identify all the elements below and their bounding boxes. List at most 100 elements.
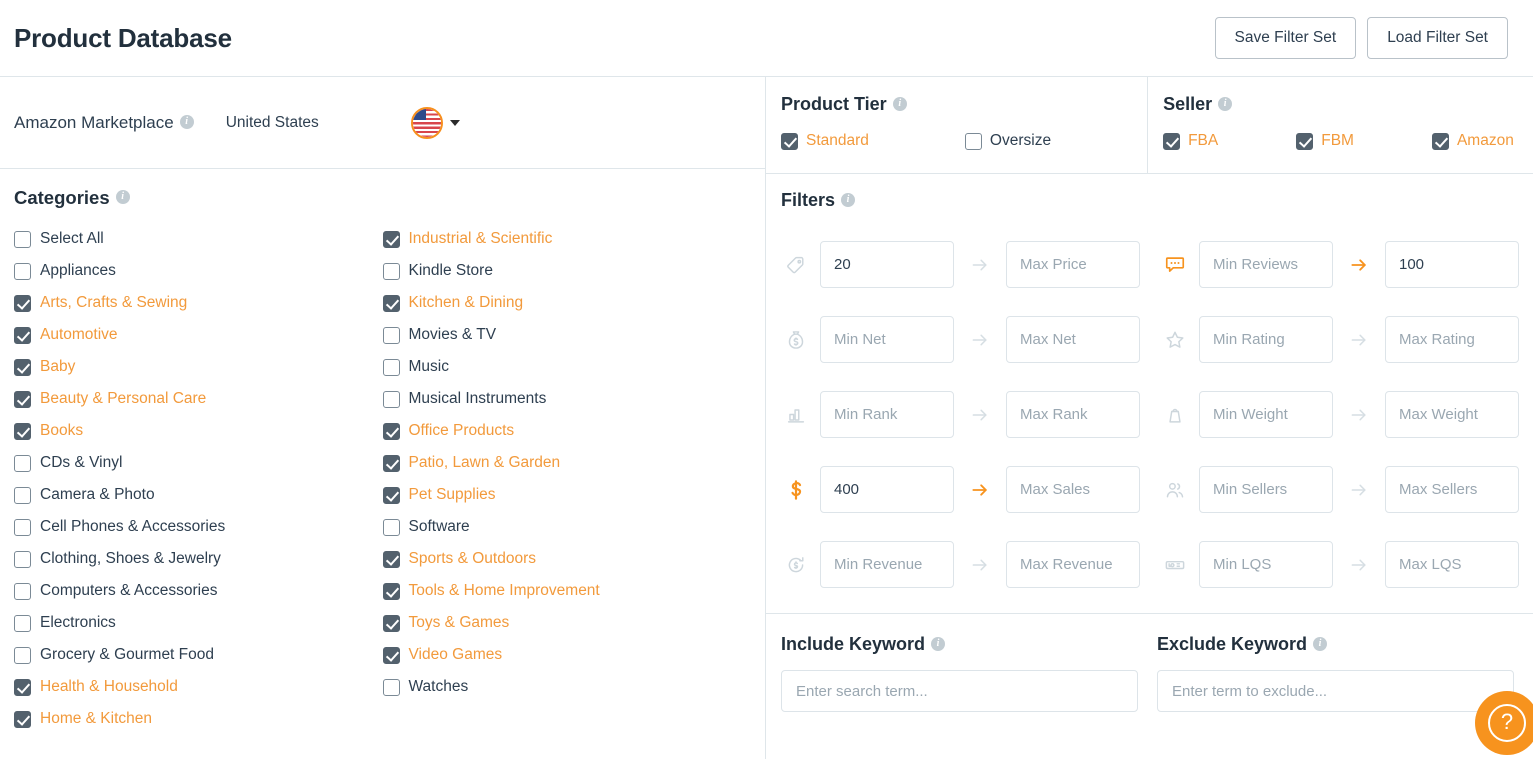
filter-min-input[interactable]: [1199, 466, 1333, 513]
info-icon[interactable]: i: [179, 114, 194, 129]
checkbox-icon[interactable]: [382, 518, 400, 536]
checkbox-icon[interactable]: [14, 230, 31, 248]
checkbox-icon[interactable]: [382, 678, 400, 696]
info-icon[interactable]: i: [1218, 96, 1233, 111]
category-item[interactable]: Video Games: [382, 639, 752, 671]
checkbox-icon[interactable]: [781, 132, 798, 150]
filter-max-input[interactable]: [1385, 316, 1519, 363]
category-item[interactable]: Industrial & Scientific: [382, 223, 752, 255]
checkbox-icon[interactable]: [14, 390, 31, 408]
category-item[interactable]: Cell Phones & Accessories: [14, 511, 383, 543]
load-filter-set-button[interactable]: Load Filter Set: [1367, 17, 1508, 59]
filter-max-input[interactable]: [1006, 241, 1140, 288]
checkbox-icon[interactable]: [14, 550, 31, 568]
checkbox-icon[interactable]: [382, 262, 400, 280]
exclude-keyword-input[interactable]: [1157, 670, 1514, 712]
filter-max-input[interactable]: [1385, 241, 1519, 288]
checkbox-icon[interactable]: [382, 454, 400, 472]
filter-max-input[interactable]: [1385, 391, 1519, 438]
checkbox-icon[interactable]: [382, 230, 400, 248]
checkbox-icon[interactable]: [14, 454, 31, 472]
checkbox-icon[interactable]: [382, 646, 400, 664]
category-item[interactable]: Books: [14, 415, 383, 447]
checkbox-icon[interactable]: [14, 486, 31, 504]
checkbox-icon[interactable]: [382, 294, 400, 312]
filter-max-input[interactable]: [1385, 466, 1519, 513]
checkbox-icon[interactable]: [14, 614, 31, 632]
filter-max-input[interactable]: [1006, 391, 1140, 438]
category-item[interactable]: Toys & Games: [382, 607, 752, 639]
category-item[interactable]: Office Products: [382, 415, 752, 447]
category-item[interactable]: Kindle Store: [382, 255, 752, 287]
checkbox-icon[interactable]: [14, 358, 31, 376]
product-tier-option[interactable]: Standard: [781, 132, 869, 150]
help-button[interactable]: ?: [1475, 691, 1533, 755]
filter-min-input[interactable]: [820, 541, 954, 588]
info-icon[interactable]: i: [931, 636, 946, 651]
info-icon[interactable]: i: [841, 192, 856, 207]
checkbox-icon[interactable]: [382, 358, 400, 376]
category-item[interactable]: Music: [382, 351, 752, 383]
checkbox-icon[interactable]: [14, 678, 31, 696]
category-item[interactable]: Software: [382, 511, 752, 543]
checkbox-icon[interactable]: [14, 326, 31, 344]
category-item[interactable]: Kitchen & Dining: [382, 287, 752, 319]
filter-min-input[interactable]: [820, 466, 954, 513]
category-item[interactable]: Automotive: [14, 319, 383, 351]
info-icon[interactable]: i: [115, 190, 130, 204]
category-item[interactable]: Musical Instruments: [382, 383, 752, 415]
category-item[interactable]: Grocery & Gourmet Food: [14, 639, 383, 671]
checkbox-icon[interactable]: [14, 422, 31, 440]
save-filter-set-button[interactable]: Save Filter Set: [1214, 17, 1357, 59]
checkbox-icon[interactable]: [1163, 132, 1181, 150]
filter-max-input[interactable]: [1006, 541, 1140, 588]
filter-min-input[interactable]: [1199, 241, 1333, 288]
category-item[interactable]: Movies & TV: [382, 319, 752, 351]
filter-max-input[interactable]: [1006, 316, 1140, 363]
filter-max-input[interactable]: [1385, 541, 1519, 588]
seller-option[interactable]: FBA: [1163, 132, 1218, 150]
checkbox-icon[interactable]: [382, 326, 400, 344]
category-item[interactable]: Select All: [14, 223, 383, 255]
category-item[interactable]: Health & Household: [14, 671, 383, 703]
filter-min-input[interactable]: [1199, 541, 1333, 588]
category-item[interactable]: Arts, Crafts & Sewing: [14, 287, 383, 319]
category-item[interactable]: Beauty & Personal Care: [14, 383, 383, 415]
category-item[interactable]: Clothing, Shoes & Jewelry: [14, 543, 383, 575]
checkbox-icon[interactable]: [14, 518, 31, 536]
info-icon[interactable]: i: [892, 96, 907, 111]
checkbox-icon[interactable]: [1431, 132, 1449, 150]
category-item[interactable]: Electronics: [14, 607, 383, 639]
checkbox-icon[interactable]: [964, 132, 982, 150]
category-item[interactable]: Baby: [14, 351, 383, 383]
seller-option[interactable]: FBM: [1296, 132, 1354, 150]
include-keyword-input[interactable]: [781, 670, 1138, 712]
filter-min-input[interactable]: [1199, 316, 1333, 363]
filter-min-input[interactable]: [820, 241, 954, 288]
filter-max-input[interactable]: [1006, 466, 1140, 513]
category-item[interactable]: Sports & Outdoors: [382, 543, 752, 575]
category-item[interactable]: Computers & Accessories: [14, 575, 383, 607]
category-item[interactable]: Appliances: [14, 255, 383, 287]
checkbox-icon[interactable]: [14, 262, 31, 280]
category-item[interactable]: Pet Supplies: [382, 479, 752, 511]
checkbox-icon[interactable]: [382, 422, 400, 440]
checkbox-icon[interactable]: [14, 710, 31, 728]
info-icon[interactable]: i: [1313, 636, 1328, 651]
category-item[interactable]: Patio, Lawn & Garden: [382, 447, 752, 479]
seller-option[interactable]: Amazon: [1431, 132, 1514, 150]
category-item[interactable]: Home & Kitchen: [14, 703, 383, 735]
checkbox-icon[interactable]: [14, 294, 31, 312]
category-item[interactable]: Camera & Photo: [14, 479, 383, 511]
marketplace-flag-selector[interactable]: [410, 106, 460, 139]
category-item[interactable]: Tools & Home Improvement: [382, 575, 752, 607]
filter-min-input[interactable]: [1199, 391, 1333, 438]
checkbox-icon[interactable]: [14, 582, 31, 600]
category-item[interactable]: CDs & Vinyl: [14, 447, 383, 479]
checkbox-icon[interactable]: [382, 614, 400, 632]
checkbox-icon[interactable]: [1296, 132, 1314, 150]
filter-min-input[interactable]: [820, 391, 954, 438]
checkbox-icon[interactable]: [382, 582, 400, 600]
checkbox-icon[interactable]: [382, 390, 400, 408]
checkbox-icon[interactable]: [382, 486, 400, 504]
